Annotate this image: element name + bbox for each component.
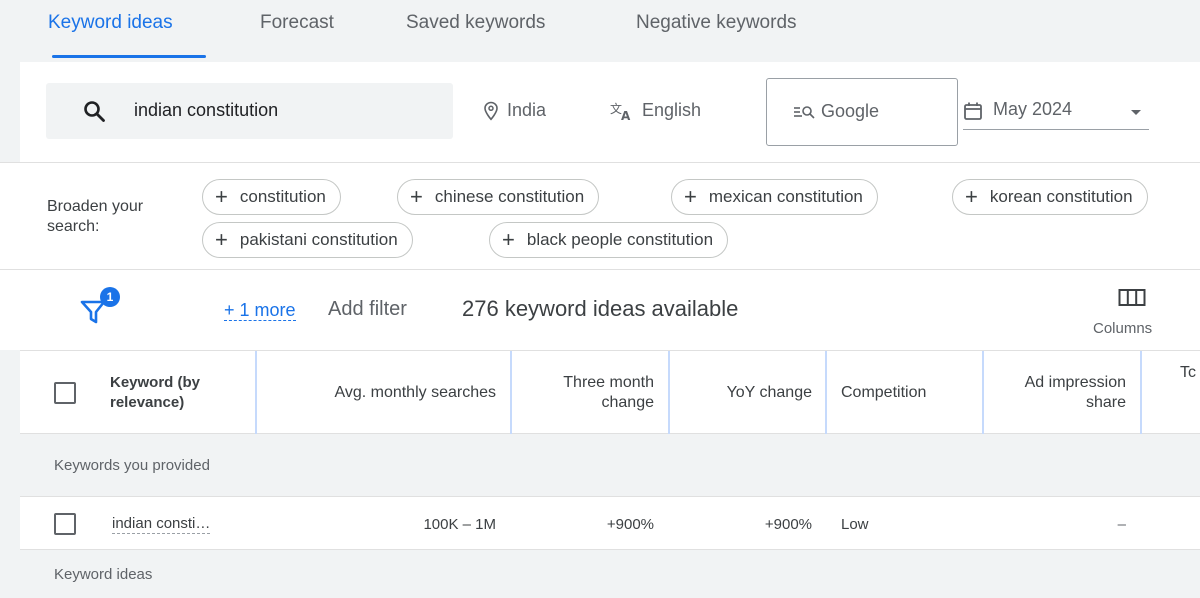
- chip-label: black people constitution: [526, 230, 714, 249]
- add-filter-button[interactable]: Add filter: [328, 298, 407, 321]
- plus-icon: +: [684, 184, 697, 209]
- keyword-cell[interactable]: indian consti…: [112, 515, 211, 534]
- plus-icon: +: [215, 227, 228, 252]
- more-filters-link[interactable]: + 1 more: [224, 300, 296, 321]
- ad-impression-cell: –: [1117, 515, 1126, 533]
- column-header-ad-impression-share[interactable]: Ad impression share: [984, 351, 1140, 435]
- tab-saved-keywords[interactable]: Saved keywords: [406, 12, 545, 34]
- columns-icon: [1118, 289, 1146, 306]
- column-header-yoy-change[interactable]: YoY change: [670, 351, 826, 435]
- date-range-label: May 2024: [993, 99, 1073, 119]
- search-query: indian constitution: [134, 100, 279, 120]
- plus-icon: +: [410, 184, 423, 209]
- section-keywords-provided: Keywords you provided: [20, 434, 1200, 496]
- section-keyword-ideas: Keyword ideas: [20, 550, 1200, 598]
- search-icon: [84, 101, 105, 122]
- column-header-keyword[interactable]: Keyword (by relevance): [110, 351, 250, 435]
- chip-label: korean constitution: [989, 187, 1133, 206]
- plus-icon: +: [965, 184, 978, 209]
- column-header-three-month-change[interactable]: Three month change: [512, 351, 668, 435]
- tab-keyword-ideas[interactable]: Keyword ideas: [48, 12, 173, 34]
- tab-bar: Keyword ideas Forecast Saved keywords Ne…: [0, 0, 1200, 60]
- competition-cell: Low: [841, 515, 869, 533]
- filter-row: 1 + 1 more Add filter 276 keyword ideas …: [0, 270, 1200, 350]
- broaden-chip[interactable]: + chinese constitution: [397, 179, 600, 215]
- location-label: India: [507, 100, 547, 120]
- select-all-checkbox[interactable]: [54, 382, 76, 404]
- columns-button[interactable]: Columns: [1088, 286, 1178, 342]
- table-header: Keyword (by relevance) Avg. monthly sear…: [20, 350, 1200, 435]
- avg-searches-cell: 100K – 1M: [423, 515, 496, 533]
- broaden-chip[interactable]: + constitution: [202, 179, 341, 215]
- broaden-chip[interactable]: + pakistani constitution: [202, 222, 413, 258]
- plus-icon: +: [502, 227, 515, 252]
- chip-label: constitution: [239, 187, 326, 206]
- location-selector[interactable]: India: [483, 100, 546, 121]
- column-divider: [1140, 351, 1142, 435]
- broaden-chip[interactable]: + korean constitution: [952, 179, 1148, 215]
- chevron-down-icon: [1131, 110, 1141, 115]
- keyword-ideas-count: 276 keyword ideas available: [462, 296, 739, 321]
- broaden-search-section: Broaden your search: + constitution + ch…: [0, 162, 1200, 270]
- column-header-truncated[interactable]: Tc: [1180, 351, 1200, 435]
- broaden-label: Broaden your search:: [47, 198, 144, 235]
- broaden-chip[interactable]: + black people constitution: [489, 222, 729, 258]
- search-network-selector[interactable]: Google: [766, 78, 958, 146]
- tab-forecast[interactable]: Forecast: [260, 12, 334, 34]
- svg-text:A: A: [621, 109, 631, 121]
- chip-label: chinese constitution: [434, 187, 585, 206]
- yoy-change-cell: +900%: [764, 515, 812, 533]
- table-row[interactable]: indian consti… 100K – 1M +900% +900% Low…: [20, 496, 1200, 550]
- broaden-chip[interactable]: + mexican constitution: [671, 179, 878, 215]
- location-pin-icon: [484, 101, 498, 121]
- column-header-avg-monthly-searches[interactable]: Avg. monthly searches: [257, 351, 510, 435]
- column-header-competition[interactable]: Competition: [827, 351, 983, 435]
- calendar-icon: [964, 102, 982, 120]
- language-label: English: [642, 100, 702, 120]
- date-range-selector[interactable]: May 2024: [963, 98, 1149, 130]
- chip-label: mexican constitution: [708, 187, 863, 206]
- search-list-icon: [794, 105, 815, 119]
- search-panel: indian constitution India 文 A English Go…: [20, 62, 1200, 162]
- active-tab-indicator: [52, 55, 206, 58]
- translate-icon: 文 A: [610, 101, 631, 121]
- row-checkbox[interactable]: [54, 513, 76, 535]
- filter-count-badge: 1: [100, 287, 120, 307]
- columns-label: Columns: [1093, 320, 1153, 337]
- search-input[interactable]: indian constitution: [46, 83, 453, 139]
- tab-negative-keywords[interactable]: Negative keywords: [636, 12, 797, 34]
- three-month-change-cell: +900%: [606, 515, 654, 533]
- language-selector[interactable]: 文 A English: [610, 100, 701, 121]
- network-label: Google: [821, 101, 880, 121]
- chip-label: pakistani constitution: [239, 230, 398, 249]
- plus-icon: +: [215, 184, 228, 209]
